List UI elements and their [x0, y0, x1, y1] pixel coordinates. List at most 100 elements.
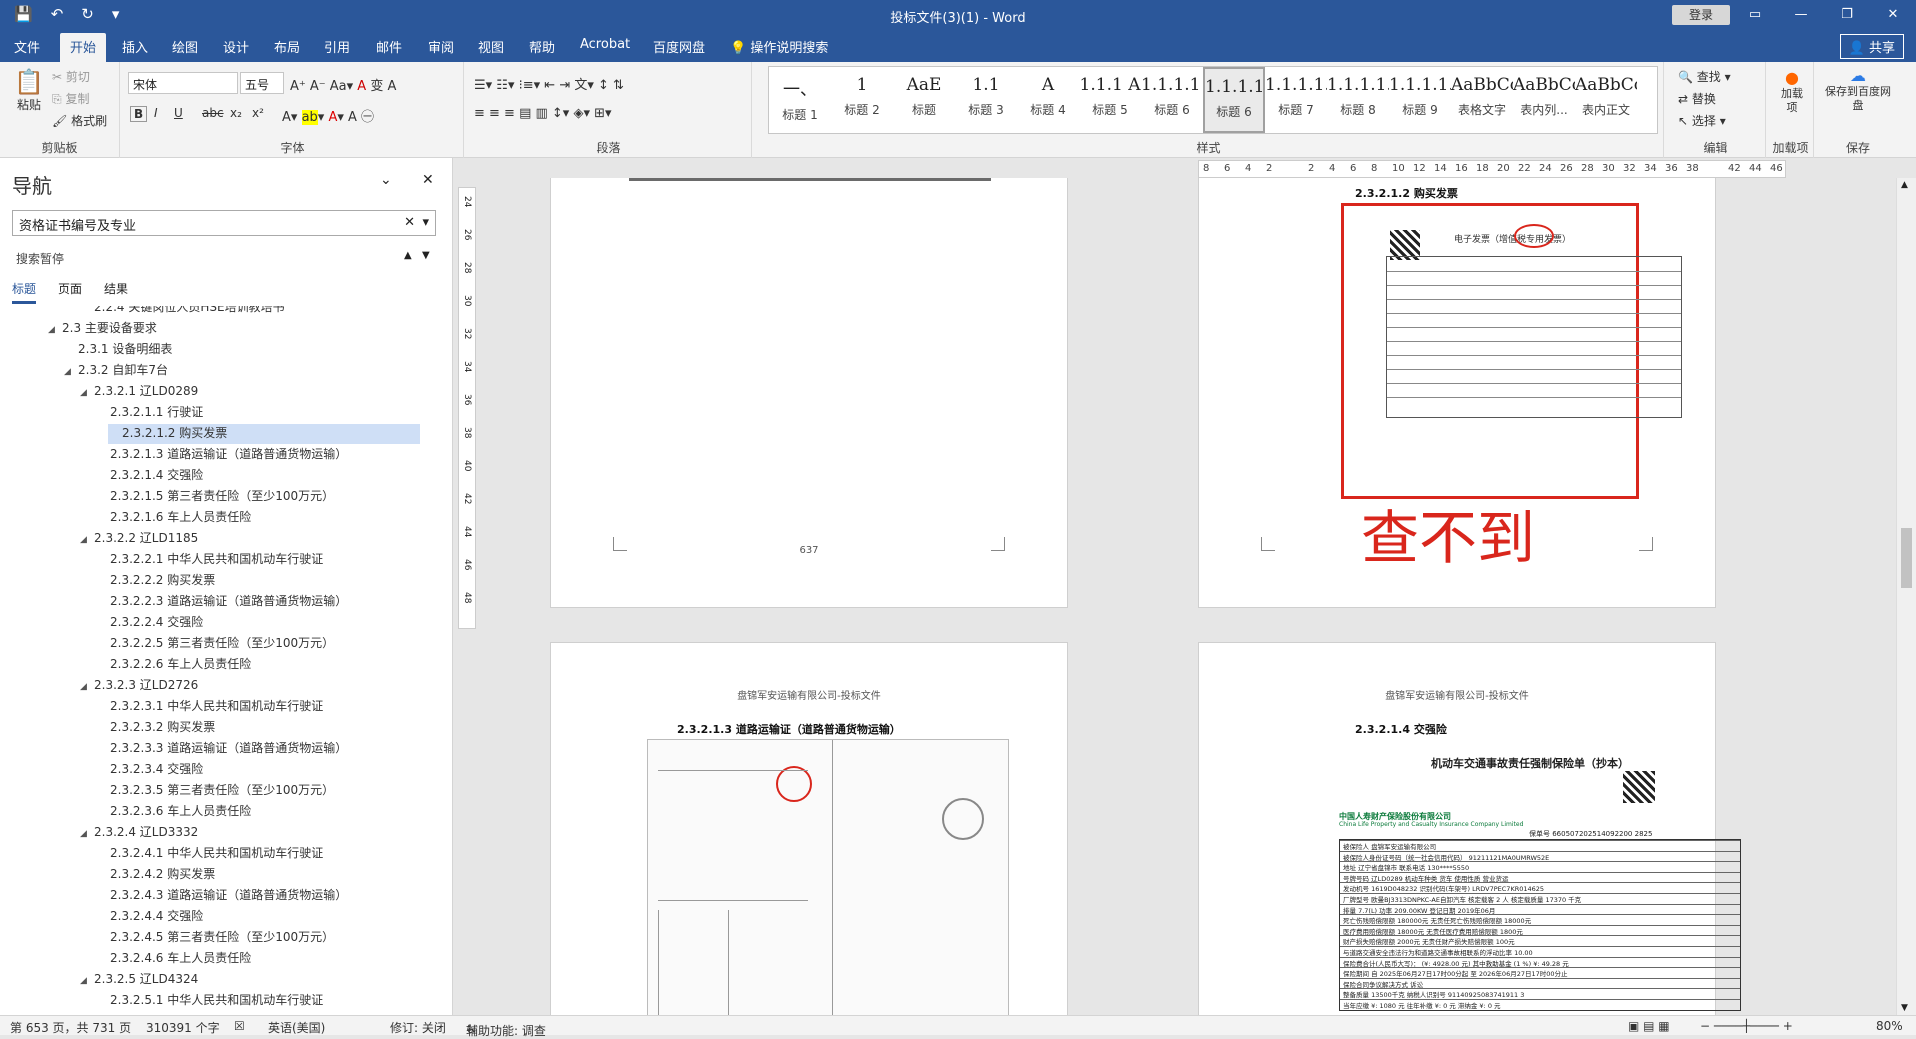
language-indicator[interactable]: 英语(美国): [268, 1019, 325, 1036]
find-button[interactable]: 🔍 查找 ▾: [1678, 68, 1731, 85]
nav-heading-item[interactable]: 2.3.2.1.3 道路运输证（道路普通货物运输）: [96, 445, 347, 465]
tab-baidu-netdisk[interactable]: 百度网盘: [653, 37, 705, 56]
tab-mailings[interactable]: 邮件: [376, 37, 402, 56]
scroll-thumb[interactable]: [1901, 528, 1912, 588]
nav-heading-item[interactable]: 2.3.2.4.4 交强险: [96, 907, 203, 927]
format-painter-button[interactable]: 🖌 格式刷: [52, 112, 107, 129]
minimize-icon[interactable]: —: [1778, 0, 1824, 30]
subscript-button[interactable]: x₂: [230, 106, 242, 120]
font-name-select[interactable]: 宋体: [128, 72, 238, 94]
nav-heading-item[interactable]: 2.3.2.3.4 交强险: [96, 760, 203, 780]
expand-arrow-icon[interactable]: ◢: [80, 976, 94, 986]
tab-home[interactable]: 开始: [60, 33, 107, 62]
document-canvas[interactable]: 637 2.3.2.1.2 购买发票 电子发票（增值税专用发票） 查不到 盘锦军…: [482, 178, 1896, 1015]
style-item[interactable]: AaE 标题: [893, 67, 955, 133]
save-to-baidu-button[interactable]: ☁ 保存到百度网盘: [1822, 66, 1894, 113]
replace-button[interactable]: ⇄ 替换: [1678, 90, 1716, 107]
nav-heading-item[interactable]: 2.2.4 关键岗位人员HSE培训教培书: [80, 306, 285, 318]
style-item[interactable]: 1.1.1.1.1 标题 8: [1327, 67, 1389, 133]
nav-heading-item[interactable]: 2.3.1 设备明细表: [64, 340, 172, 360]
select-button[interactable]: ↖ 选择 ▾: [1678, 112, 1726, 129]
tell-me-search[interactable]: 💡 操作说明搜索: [730, 37, 828, 56]
zoom-slider[interactable]: − ────┼──── +: [1700, 1019, 1793, 1033]
nav-heading-item[interactable]: 2.3.2.1.4 交强险: [96, 466, 203, 486]
style-item[interactable]: 1.1.1 A 标题 5: [1079, 67, 1141, 133]
tab-design[interactable]: 设计: [223, 37, 249, 56]
scroll-up-icon[interactable]: ▲: [1901, 180, 1908, 190]
vertical-scrollbar[interactable]: ▲ ▼: [1896, 178, 1916, 1015]
nav-heading-item[interactable]: 2.3.2.1.6 车上人员责任险: [96, 508, 251, 528]
style-item[interactable]: 1.1.1.1.1 标题 9: [1389, 67, 1451, 133]
nav-heading-item[interactable]: ◢ 2.3.2.1 辽LD0289: [80, 382, 198, 402]
cut-button[interactable]: ✂ 剪切: [52, 68, 90, 85]
nav-heading-item[interactable]: 2.3.2.4.5 第三者责任险（至少100万元）: [96, 928, 334, 948]
nav-heading-item[interactable]: 2.3.2.3.3 道路运输证（道路普通货物运输）: [96, 739, 347, 759]
superscript-button[interactable]: x²: [252, 106, 264, 120]
alignment-buttons[interactable]: ≡ ≡ ≡ ▤ ▥ ↕▾ ◈▾ ⊞▾: [474, 106, 612, 121]
login-button[interactable]: 登录: [1672, 5, 1730, 25]
italic-button[interactable]: I: [154, 106, 158, 120]
nav-heading-item[interactable]: 2.3.2.2.5 第三者责任险（至少100万元）: [96, 634, 334, 654]
expand-arrow-icon[interactable]: ◢: [80, 388, 94, 398]
word-count[interactable]: 310391 个字: [146, 1019, 220, 1036]
nav-heading-item[interactable]: 2.3.2.2.1 中华人民共和国机动车行驶证: [96, 550, 323, 570]
zoom-level[interactable]: 80%: [1876, 1019, 1903, 1033]
tab-draw[interactable]: 绘图: [172, 37, 198, 56]
tab-help[interactable]: 帮助: [529, 37, 555, 56]
expand-arrow-icon[interactable]: ◢: [80, 829, 94, 839]
nav-heading-item[interactable]: ◢ 2.3.2.5 辽LD4324: [80, 970, 198, 990]
nav-heading-item[interactable]: 2.3.2.2.4 交强险: [96, 613, 203, 633]
nav-heading-item[interactable]: 2.3.2.4.6 车上人员责任险: [96, 949, 251, 969]
style-item[interactable]: 1.1 标题 3: [955, 67, 1017, 133]
tab-insert[interactable]: 插入: [122, 37, 148, 56]
share-button[interactable]: 👤 共享: [1839, 34, 1904, 59]
next-result-icon[interactable]: ▼: [422, 250, 430, 261]
nav-heading-item[interactable]: ◢ 2.3.2.2 辽LD1185: [80, 529, 198, 549]
nav-tab-pages[interactable]: 页面: [58, 280, 82, 304]
nav-close-icon[interactable]: ✕: [422, 172, 434, 188]
bold-button[interactable]: B: [130, 106, 148, 122]
page-count[interactable]: 第 653 页，共 731 页: [10, 1019, 131, 1036]
scroll-down-icon[interactable]: ▼: [1901, 1003, 1908, 1013]
nav-search-input[interactable]: 资格证书编号及专业 ✕ ▾: [12, 210, 436, 236]
nav-heading-item[interactable]: ◢ 2.3 主要设备要求: [48, 319, 157, 339]
copy-button[interactable]: ⎘ 复制: [52, 90, 89, 107]
tab-view[interactable]: 视图: [478, 37, 504, 56]
style-item[interactable]: 1.1.1.1 标题 6: [1203, 67, 1265, 133]
nav-heading-item[interactable]: 2.3.2.5.1 中华人民共和国机动车行驶证: [96, 991, 323, 1011]
style-item[interactable]: 一、 标题 1: [769, 67, 831, 133]
style-item[interactable]: AaBbCcDd 表格文字: [1451, 67, 1513, 133]
nav-heading-item[interactable]: 2.3.2.2.3 道路运输证（道路普通货物运输）: [96, 592, 347, 612]
list-buttons[interactable]: ☰▾ ☷▾ ⁝≡▾ ⇤ ⇥ 文▾ ↕ ⇅: [474, 74, 624, 93]
style-item[interactable]: 1.1.1.1 A 标题 6: [1141, 67, 1203, 133]
nav-heading-item[interactable]: 2.3.2.2.6 车上人员责任险: [96, 655, 251, 675]
nav-heading-item[interactable]: 2.3.2.4.3 道路运输证（道路普通货物运输）: [96, 886, 347, 906]
tab-file[interactable]: 文件: [14, 37, 40, 56]
nav-heading-item[interactable]: 2.3.2.4.1 中华人民共和国机动车行驶证: [96, 844, 323, 864]
underline-button[interactable]: U: [174, 106, 183, 120]
style-item[interactable]: A 标题 4: [1017, 67, 1079, 133]
view-mode-icons[interactable]: ▣ ▤ ▦: [1628, 1019, 1670, 1033]
tab-review[interactable]: 审阅: [428, 37, 454, 56]
nav-heading-item[interactable]: 2.3.2.3.2 购买发票: [96, 718, 215, 738]
tab-acrobat[interactable]: Acrobat: [580, 37, 630, 52]
nav-heading-item[interactable]: 2.3.2.1.2 购买发票: [108, 424, 420, 444]
paste-button[interactable]: 📋 粘贴: [12, 68, 46, 113]
strikethrough-button[interactable]: abc: [202, 106, 224, 120]
nav-heading-item[interactable]: 2.3.2.3.6 车上人员责任险: [96, 802, 251, 822]
tab-references[interactable]: 引用: [324, 37, 350, 56]
track-changes-status[interactable]: 修订: 关闭: [390, 1019, 446, 1036]
nav-heading-item[interactable]: 2.3.2.2.2 购买发票: [96, 571, 215, 591]
nav-heading-item[interactable]: ◢ 2.3.2 自卸车7台: [64, 361, 168, 381]
nav-tab-headings[interactable]: 标题: [12, 280, 37, 304]
style-item[interactable]: AaBbCcD 表内列...: [1513, 67, 1575, 133]
clear-search-icon[interactable]: ✕: [404, 215, 415, 230]
search-dropdown-icon[interactable]: ▾: [422, 215, 429, 230]
nav-heading-item[interactable]: 2.3.2.1.1 行驶证: [96, 403, 203, 423]
prev-result-icon[interactable]: ▲: [404, 250, 412, 261]
proofing-icon[interactable]: ☒: [234, 1019, 245, 1033]
style-item[interactable]: AaBbCcDd 表内正文: [1575, 67, 1637, 133]
style-item[interactable]: 1.1.1.1.1 标题 7: [1265, 67, 1327, 133]
expand-arrow-icon[interactable]: ◢: [48, 325, 62, 335]
nav-heading-item[interactable]: 2.3.2.1.5 第三者责任险（至少100万元）: [96, 487, 334, 507]
